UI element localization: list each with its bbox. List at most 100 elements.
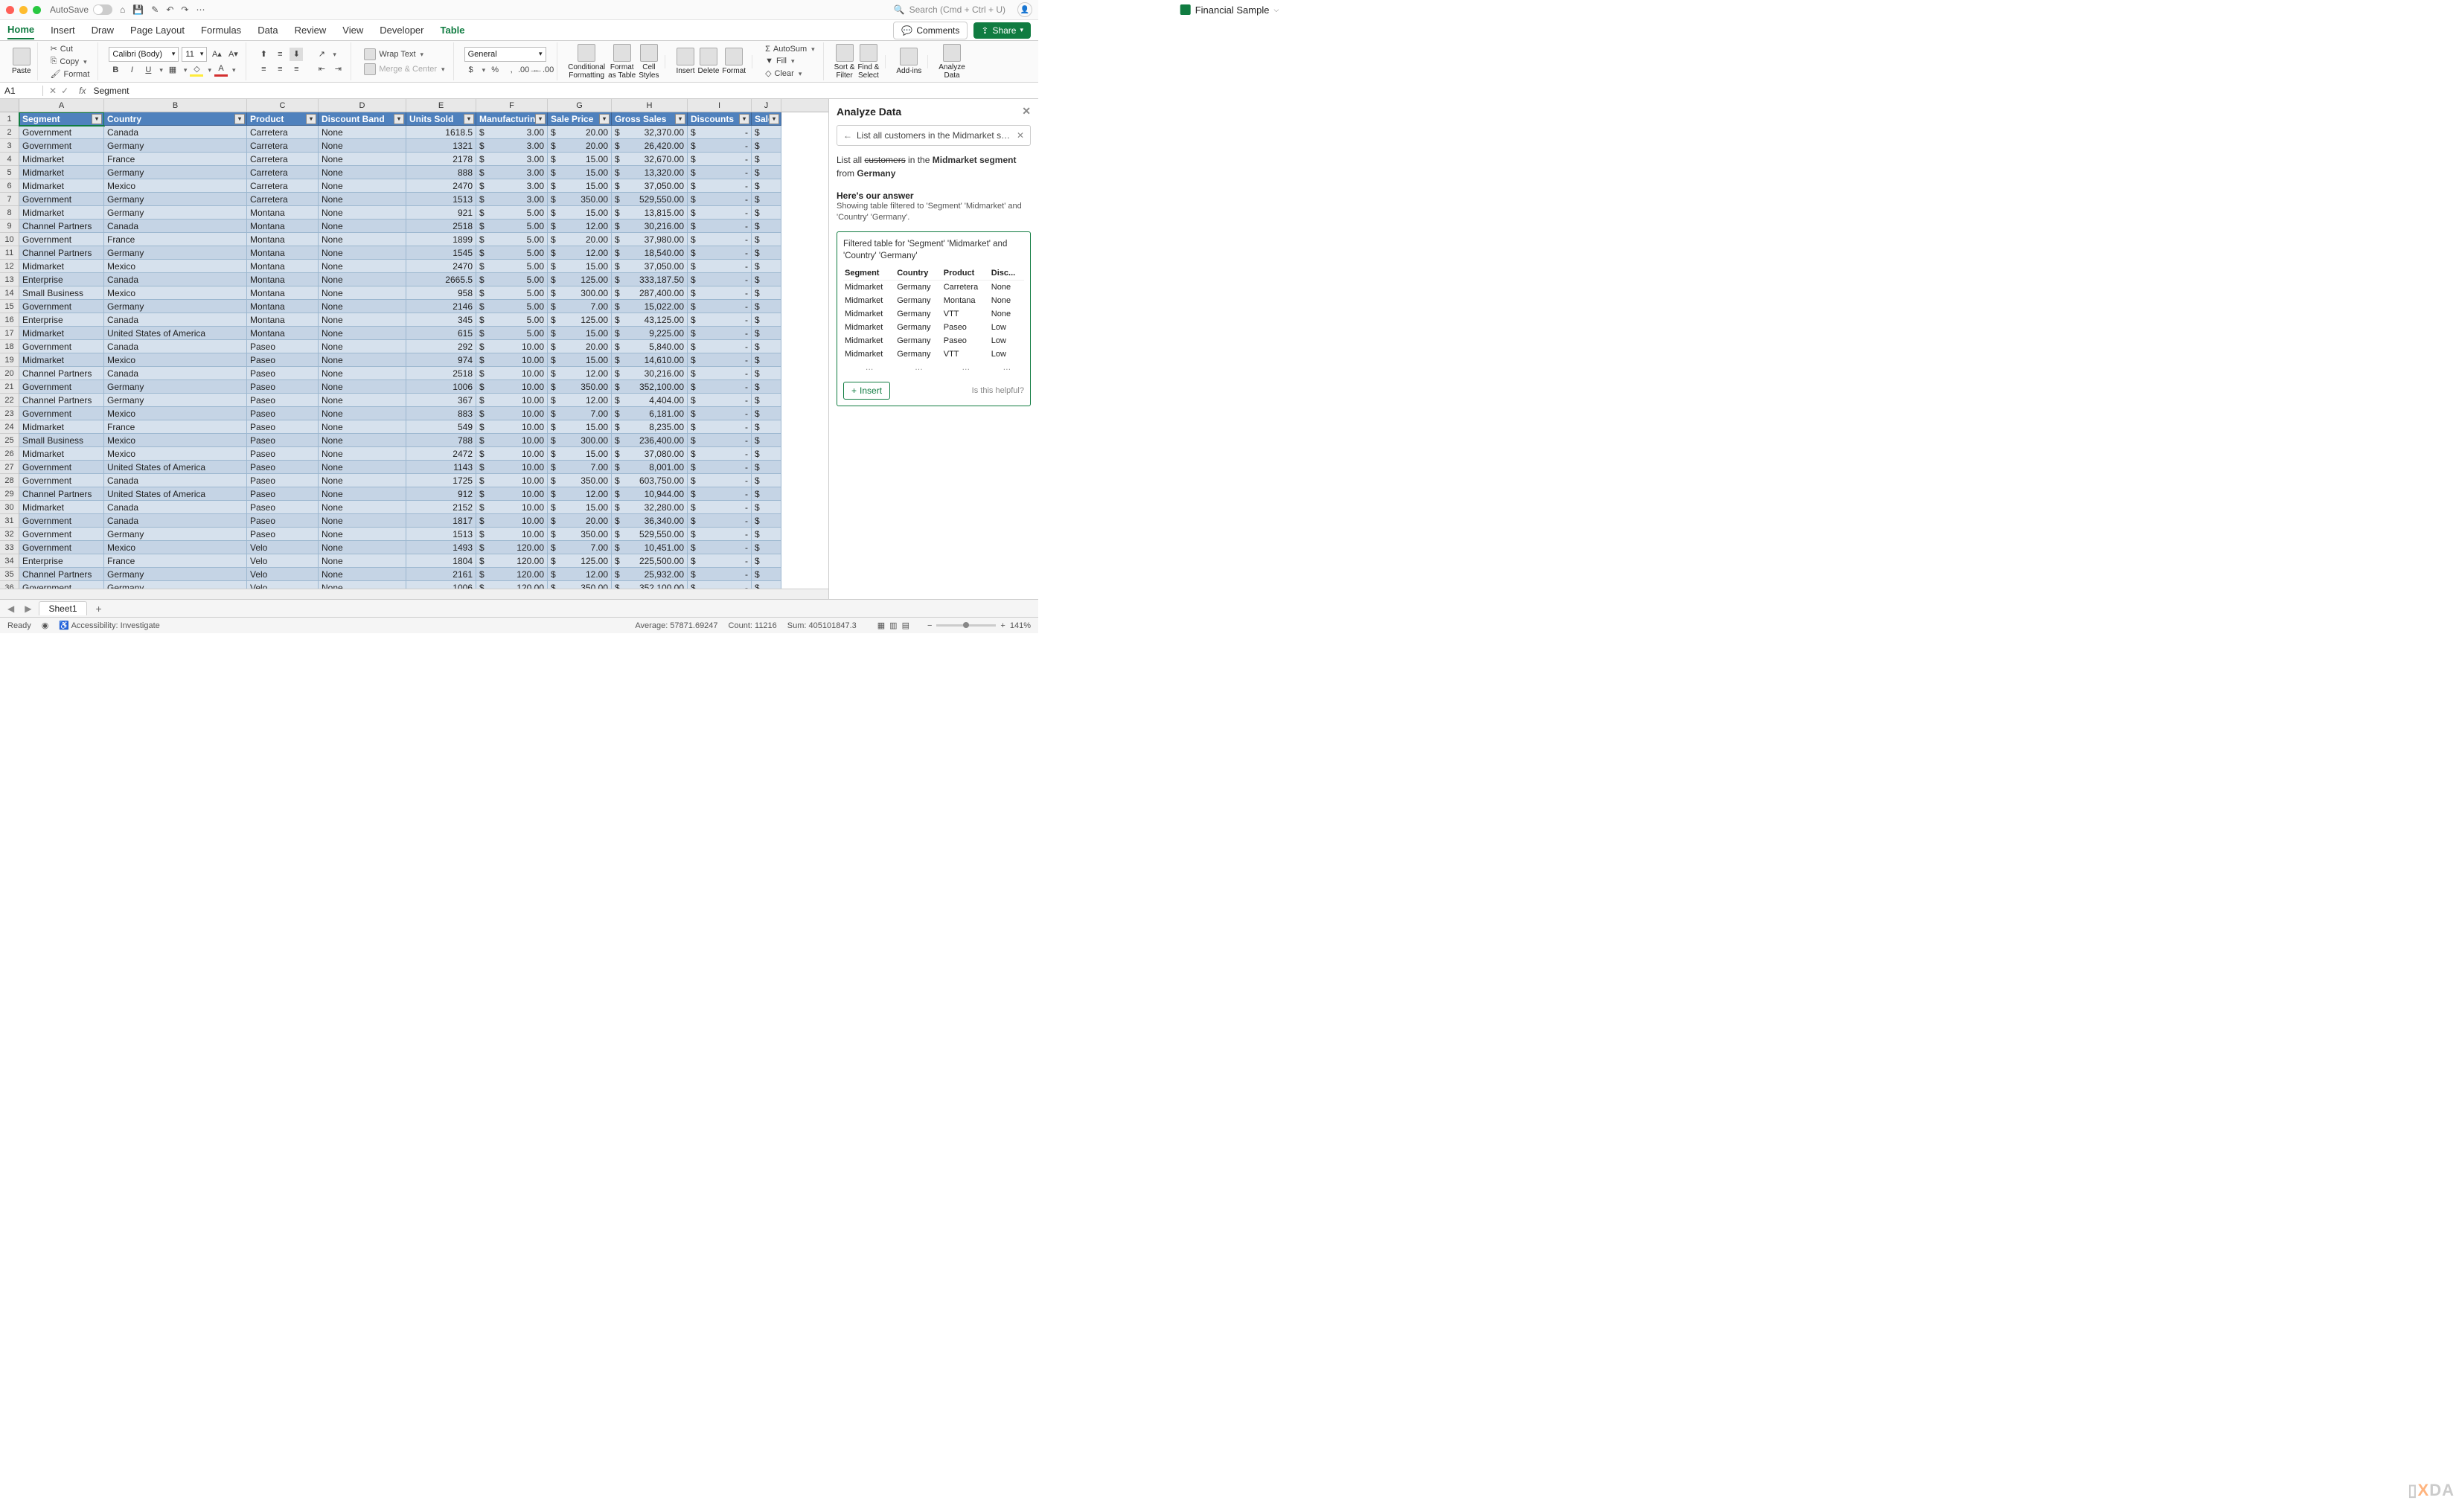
data-cell[interactable]: Government [19, 340, 104, 353]
data-cell[interactable]: Canada [104, 273, 247, 286]
data-cell[interactable]: $10.00 [476, 340, 548, 353]
data-cell[interactable]: $9,225.00 [612, 327, 688, 340]
accept-formula-icon[interactable]: ✓ [61, 86, 68, 96]
data-cell[interactable]: Montana [247, 273, 319, 286]
data-cell[interactable]: $529,550.00 [612, 193, 688, 206]
column-header-I[interactable]: I [688, 99, 752, 112]
data-cell[interactable]: Canada [104, 474, 247, 487]
data-cell[interactable]: Paseo [247, 434, 319, 447]
data-cell[interactable]: Mexico [104, 447, 247, 461]
data-cell[interactable]: $- [688, 420, 752, 434]
data-cell[interactable]: 2152 [406, 501, 476, 514]
number-format-select[interactable]: General▾ [464, 47, 546, 62]
row-number[interactable]: 10 [0, 233, 19, 246]
data-cell[interactable]: Carretera [247, 126, 319, 139]
row-number[interactable]: 35 [0, 568, 19, 581]
align-bottom-icon[interactable]: ⬇ [290, 48, 303, 61]
data-cell[interactable]: $ [752, 501, 781, 514]
row-number[interactable]: 1 [0, 112, 19, 126]
data-cell[interactable]: $3.00 [476, 139, 548, 153]
data-cell[interactable]: $- [688, 487, 752, 501]
formula-input[interactable]: Segment [90, 86, 1038, 96]
data-cell[interactable]: $- [688, 353, 752, 367]
align-center-icon[interactable]: ≡ [273, 63, 287, 76]
data-cell[interactable]: Mexico [104, 260, 247, 273]
data-cell[interactable]: $12.00 [548, 487, 612, 501]
data-cell[interactable]: Carretera [247, 166, 319, 179]
data-cell[interactable]: Paseo [247, 353, 319, 367]
data-cell[interactable]: Midmarket [19, 166, 104, 179]
data-cell[interactable]: $ [752, 353, 781, 367]
data-cell[interactable]: 2146 [406, 300, 476, 313]
data-cell[interactable]: $37,050.00 [612, 179, 688, 193]
data-cell[interactable]: $- [688, 246, 752, 260]
data-cell[interactable]: $ [752, 193, 781, 206]
data-cell[interactable]: Enterprise [19, 273, 104, 286]
data-cell[interactable]: $ [752, 528, 781, 541]
data-cell[interactable]: $5,840.00 [612, 340, 688, 353]
data-cell[interactable]: None [319, 139, 406, 153]
cancel-formula-icon[interactable]: ✕ [49, 86, 57, 96]
wrap-text-button[interactable]: Wrap Text [362, 48, 447, 61]
filter-button[interactable]: ▾ [769, 114, 779, 124]
data-cell[interactable]: None [319, 153, 406, 166]
data-cell[interactable]: $7.00 [548, 461, 612, 474]
data-cell[interactable]: $13,320.00 [612, 166, 688, 179]
header-cell[interactable]: Manufacturing▾ [476, 112, 548, 126]
data-cell[interactable]: 1817 [406, 514, 476, 528]
row-number[interactable]: 21 [0, 380, 19, 394]
data-cell[interactable]: Government [19, 407, 104, 420]
data-cell[interactable]: 1545 [406, 246, 476, 260]
data-cell[interactable]: $10.00 [476, 394, 548, 407]
data-cell[interactable]: Government [19, 461, 104, 474]
decrease-decimal-icon[interactable]: ←.00 [537, 63, 551, 77]
data-cell[interactable]: Paseo [247, 528, 319, 541]
align-middle-icon[interactable]: ≡ [273, 48, 287, 61]
data-cell[interactable]: $287,400.00 [612, 286, 688, 300]
data-cell[interactable]: 2472 [406, 447, 476, 461]
decrease-indent-icon[interactable]: ⇤ [315, 63, 328, 76]
helpful-link[interactable]: Is this helpful? [972, 386, 1024, 395]
macro-record-icon[interactable]: ◉ [42, 621, 49, 630]
data-cell[interactable]: None [319, 286, 406, 300]
data-cell[interactable]: $25,932.00 [612, 568, 688, 581]
copy-button[interactable]: ⎘Copy [48, 56, 92, 67]
back-icon[interactable]: ← [843, 130, 852, 141]
data-cell[interactable]: $5.00 [476, 246, 548, 260]
data-cell[interactable]: United States of America [104, 461, 247, 474]
data-cell[interactable]: $- [688, 260, 752, 273]
data-cell[interactable]: 888 [406, 166, 476, 179]
share-button[interactable]: ⇪ Share ▾ [973, 22, 1031, 39]
row-number[interactable]: 19 [0, 353, 19, 367]
data-cell[interactable]: 2665.5 [406, 273, 476, 286]
column-header-E[interactable]: E [406, 99, 476, 112]
column-header-F[interactable]: F [476, 99, 548, 112]
filter-button[interactable]: ▾ [234, 114, 245, 124]
data-cell[interactable]: Germany [104, 166, 247, 179]
chevron-down-icon[interactable]: ⌵ [1273, 6, 1279, 14]
header-cell[interactable]: Units Sold▾ [406, 112, 476, 126]
data-cell[interactable]: $10.00 [476, 501, 548, 514]
data-cell[interactable]: Montana [247, 260, 319, 273]
data-cell[interactable]: Paseo [247, 380, 319, 394]
page-layout-view-icon[interactable]: ▥ [889, 621, 897, 630]
data-cell[interactable]: $120.00 [476, 581, 548, 589]
data-cell[interactable]: Midmarket [19, 179, 104, 193]
format-as-table-button[interactable]: Format as Table [608, 44, 636, 80]
new-icon[interactable]: ✎ [151, 4, 159, 15]
filter-button[interactable]: ▾ [306, 114, 316, 124]
tab-review[interactable]: Review [295, 22, 327, 39]
data-cell[interactable]: Government [19, 474, 104, 487]
data-cell[interactable]: 2518 [406, 367, 476, 380]
percent-icon[interactable]: % [488, 63, 502, 77]
filter-button[interactable]: ▾ [464, 114, 474, 124]
data-cell[interactable]: 2518 [406, 220, 476, 233]
data-cell[interactable]: $15,022.00 [612, 300, 688, 313]
data-cell[interactable]: $12.00 [548, 367, 612, 380]
data-cell[interactable]: $- [688, 447, 752, 461]
clear-button[interactable]: ◇Clear [763, 68, 817, 79]
data-cell[interactable]: $36,340.00 [612, 514, 688, 528]
search-input[interactable]: Search (Cmd + Ctrl + U) [909, 4, 1005, 15]
save-icon[interactable]: 💾 [132, 4, 144, 15]
data-cell[interactable]: $120.00 [476, 568, 548, 581]
